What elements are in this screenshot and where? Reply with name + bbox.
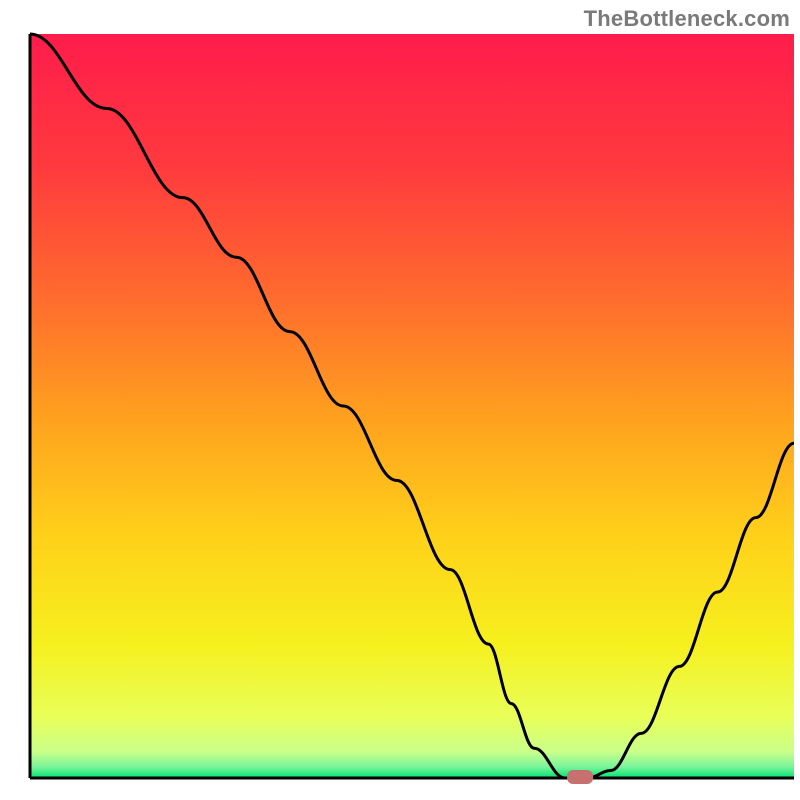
chart-svg [0, 0, 800, 800]
bottleneck-chart: TheBottleneck.com [0, 0, 800, 800]
optimal-point-marker [567, 770, 593, 784]
